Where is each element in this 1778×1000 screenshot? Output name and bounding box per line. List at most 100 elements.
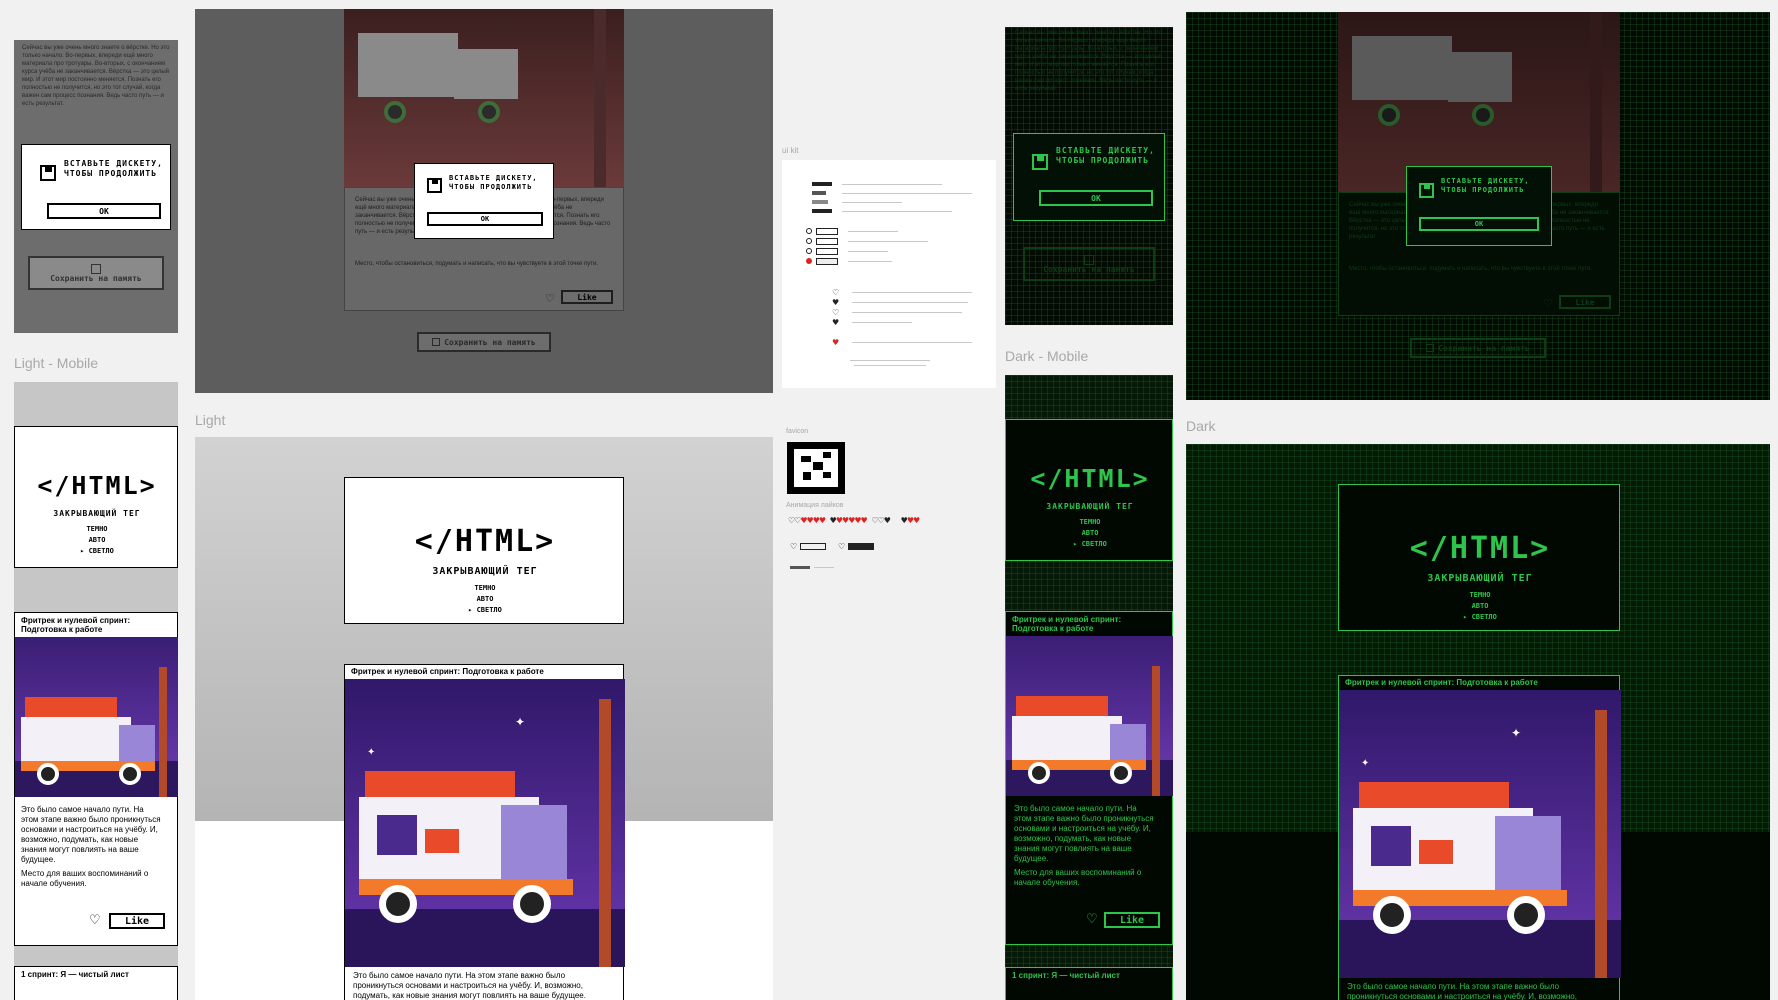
heart-animation-label: Анимация лайков	[786, 502, 844, 509]
theme-light-option[interactable]: ▸ СВЕТЛО	[1006, 540, 1173, 548]
site-title: </HTML>	[414, 524, 556, 559]
light-desktop-frame: </HTML> ЗАКРЫВАЮЩИЙ ТЕГ ТЕМНО АВТО ▸ СВЕ…	[195, 437, 773, 1000]
card-text: Это было самое начало пути. На этом этап…	[21, 805, 161, 864]
like-button[interactable]: Like	[1559, 295, 1611, 309]
floppy-icon	[1426, 344, 1435, 352]
header-card: </HTML> ЗАКРЫВАЮЩИЙ ТЕГ ТЕМНО АВТО ▸ СВЕ…	[14, 426, 178, 568]
light-mobile-frame: </HTML> ЗАКРЫВАЮЩИЙ ТЕГ ТЕМНО АВТО ▸ СВЕ…	[14, 382, 178, 1000]
theme-auto-option[interactable]: АВТО	[15, 536, 178, 544]
floppy-icon	[1032, 154, 1048, 170]
dark-desktop-frame: </HTML> ЗАКРЫВАЮЩИЙ ТЕГ ТЕМНО АВТО ▸ СВЕ…	[1186, 444, 1770, 1000]
save-button[interactable]: Сохранить на память	[1410, 338, 1546, 358]
like-buttons-demo: ♡ ♡	[790, 542, 890, 552]
card-memo: Место для ваших воспоминаний о начале об…	[21, 869, 149, 888]
save-button[interactable]: Сохранить на память	[28, 256, 164, 290]
content-card: Фритрек и нулевой спринт: Подготовка к р…	[1338, 675, 1621, 1000]
ui-kit-frame: ♡ ♥ ♡ ♥ ♥	[782, 160, 996, 388]
theme-dark-option[interactable]: ТЕМНО	[15, 525, 178, 533]
like-button[interactable]: Like	[109, 913, 165, 929]
card-text: Это было самое начало пути. На этом этап…	[1014, 804, 1154, 863]
modal-dialog: ВСТАВЬТЕ ДИСКЕТУ, ЧТОБЫ ПРОДОЛЖИТЬ OK	[414, 163, 554, 239]
dark-mobile-label: Dark - Mobile	[1005, 348, 1089, 364]
star-icon: ✦	[1511, 726, 1522, 740]
like-button[interactable]: Like	[561, 290, 613, 304]
theme-light-option[interactable]: ▸ СВЕТЛО	[345, 606, 625, 614]
header-card: </HTML> ЗАКРЫВАЮЩИЙ ТЕГ ТЕМНО АВТО ▸ СВЕ…	[344, 477, 624, 624]
light-label: Light	[195, 412, 226, 428]
ui-kit-label: ui kit	[782, 146, 799, 155]
star-icon: ✦	[367, 747, 376, 758]
header-card: </HTML> ЗАКРЫВАЮЩИЙ ТЕГ ТЕМНО АВТО ▸ СВЕ…	[1338, 484, 1620, 631]
truck-illustration: ✦ ✦	[345, 679, 625, 967]
card-title: Фритрек и нулевой спринт: Подготовка к р…	[21, 616, 131, 634]
card-title: 1 спринт: Я — чистый лист	[1012, 971, 1120, 980]
save-button[interactable]: Сохранить на память	[417, 332, 551, 352]
site-subtitle: ЗАКРЫВАЮЩИЙ ТЕГ	[53, 509, 141, 518]
heart-animation-row: ♡♡♥♥♥♥ ♥♥♥♥♥♥ ♡♡♥ ♥♥♥	[788, 516, 920, 525]
floppy-icon	[91, 263, 101, 274]
site-subtitle: ЗАКРЫВАЮЩИЙ ТЕГ	[1046, 502, 1134, 511]
card-title: Фритрек и нулевой спринт: Подготовка к р…	[1345, 678, 1538, 687]
light-mobile-label: Light - Mobile	[14, 355, 99, 371]
site-subtitle: ЗАКРЫВАЮЩИЙ ТЕГ	[1427, 573, 1533, 584]
theme-auto-option[interactable]: АВТО	[1006, 529, 1173, 537]
site-subtitle: ЗАКРЫВАЮЩИЙ ТЕГ	[432, 566, 538, 577]
star-icon: ✦	[1361, 758, 1370, 769]
heart-icon[interactable]: ♡	[1543, 297, 1553, 310]
card-memo: Место для ваших воспоминаний о начале об…	[1014, 868, 1142, 887]
card-text: Это было самое начало пути. На этом этап…	[1347, 982, 1577, 1000]
card-title: Фритрек и нулевой спринт: Подготовка к р…	[1012, 615, 1122, 633]
heart-icon[interactable]: ♡	[1086, 912, 1098, 927]
modal-dialog: ВСТАВЬТЕ ДИСКЕТУ, ЧТОБЫ ПРОДОЛЖИТЬ OK	[21, 144, 171, 230]
theme-dark-option[interactable]: ТЕМНО	[1339, 591, 1621, 599]
dark-label: Dark	[1186, 418, 1216, 434]
modal-dialog: ВСТАВЬТЕ ДИСКЕТУ, ЧТОБЫ ПРОДОЛЖИТЬ OK	[1013, 133, 1165, 221]
floppy-icon	[432, 338, 441, 346]
modal-ok-button[interactable]: OK	[427, 212, 543, 226]
site-title: </HTML>	[1409, 531, 1551, 566]
content-card: Фритрек и нулевой спринт: Подготовка к р…	[14, 612, 178, 946]
favicon-icon	[787, 442, 845, 494]
theme-light-option[interactable]: ▸ СВЕТЛО	[1339, 613, 1621, 621]
modal-ok-button[interactable]: OK	[47, 203, 161, 219]
theme-dark-option[interactable]: ТЕМНО	[345, 584, 625, 592]
theme-auto-option[interactable]: АВТО	[1339, 602, 1621, 610]
modal-ok-button[interactable]: OK	[1419, 217, 1539, 231]
truck-illustration	[1338, 12, 1620, 192]
star-icon: ✦	[515, 715, 526, 729]
modal-text: ВСТАВЬТЕ ДИСКЕТУ, ЧТОБЫ ПРОДОЛЖИТЬ	[64, 159, 163, 178]
card-text: Это было самое начало пути. На этом этап…	[353, 971, 586, 1000]
truck-illustration	[15, 637, 178, 797]
truck-illustration: ✦ ✦	[1339, 690, 1621, 978]
floppy-icon	[1084, 254, 1094, 265]
header-card: </HTML> ЗАКРЫВАЮЩИЙ ТЕГ ТЕМНО АВТО ▸ СВЕ…	[1005, 419, 1173, 561]
theme-auto-option[interactable]: АВТО	[345, 595, 625, 603]
heart-icon[interactable]: ♡	[545, 292, 555, 305]
content-card: Фритрек и нулевой спринт: Подготовка к р…	[344, 664, 625, 1000]
truck-illustration	[344, 9, 624, 187]
theme-light-option[interactable]: ▸ СВЕТЛО	[15, 547, 178, 555]
floppy-icon	[1419, 183, 1434, 198]
site-title: </HTML>	[37, 471, 157, 500]
background-text: Сейчас вы уже очень много знаете о вёрст…	[22, 45, 170, 107]
floppy-icon	[427, 178, 442, 193]
floppy-icon	[40, 165, 56, 181]
modal-dialog: ВСТАВЬТЕ ДИСКЕТУ, ЧТОБЫ ПРОДОЛЖИТЬ OK	[1406, 166, 1552, 246]
card-title: 1 спринт: Я — чистый лист	[21, 970, 129, 979]
light-mobile-modal-frame: Сейчас вы уже очень много знаете о вёрст…	[14, 40, 178, 333]
dark-mobile-modal-frame: Сейчас вы уже очень много знаете о вёрст…	[1005, 27, 1173, 325]
content-card: Фритрек и нулевой спринт: Подготовка к р…	[1005, 611, 1173, 945]
truck-illustration	[1006, 636, 1173, 796]
light-desktop-modal-frame: Сейчас вы уже очень много знаете о вёрст…	[195, 9, 773, 393]
save-button[interactable]: Сохранить на память	[1023, 247, 1155, 281]
card-title: Фритрек и нулевой спринт: Подготовка к р…	[351, 667, 544, 676]
theme-dark-option[interactable]: ТЕМНО	[1006, 518, 1173, 526]
content-card-2: 1 спринт: Я — чистый лист	[14, 966, 178, 1000]
dark-desktop-modal-frame: Сейчас вы уже очень много знаете о вёрст…	[1186, 12, 1770, 400]
heart-icon[interactable]: ♡	[89, 913, 101, 928]
dark-mobile-frame: </HTML> ЗАКРЫВАЮЩИЙ ТЕГ ТЕМНО АВТО ▸ СВЕ…	[1005, 375, 1173, 1000]
like-button[interactable]: Like	[1104, 912, 1160, 928]
content-card-2: 1 спринт: Я — чистый лист	[1005, 967, 1173, 1000]
modal-ok-button[interactable]: OK	[1039, 190, 1153, 206]
site-title: </HTML>	[1030, 464, 1150, 493]
